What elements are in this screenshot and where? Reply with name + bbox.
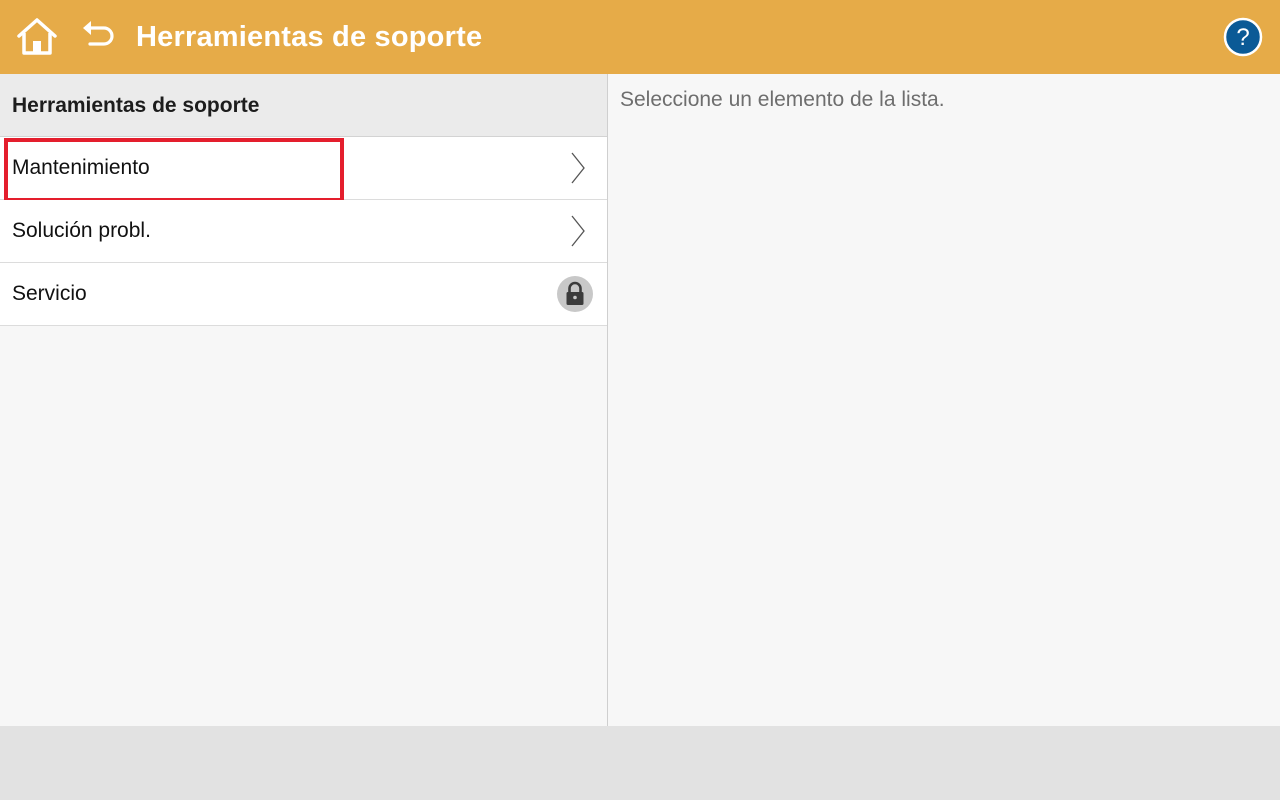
list-item-mantenimiento[interactable]: Mantenimiento (0, 137, 607, 202)
back-button[interactable] (78, 16, 120, 58)
bottom-bar (0, 726, 1280, 800)
home-button[interactable] (14, 14, 60, 60)
home-icon (17, 18, 57, 55)
chevron-right-icon (571, 152, 585, 184)
help-glyph: ? (1236, 24, 1249, 51)
title-bar: Herramientas de soporte ? (0, 0, 1280, 74)
chevron-right-icon (571, 215, 585, 247)
empty-selection-hint: Seleccione un elemento de la lista. (620, 88, 945, 111)
list-item-label: Servicio (12, 282, 87, 305)
list-item-label: Mantenimiento (12, 156, 150, 179)
detail-panel: Seleccione un elemento de la lista. (608, 74, 1280, 726)
left-panel: Herramientas de soporte Mantenimiento So… (0, 74, 608, 726)
help-button[interactable]: ? (1223, 17, 1263, 57)
app-window: Herramientas de soporte ? Herramientas d… (0, 0, 1280, 800)
list-item-label: Solución probl. (12, 219, 151, 242)
list-item-solucion-problemas[interactable]: Solución probl. (0, 200, 607, 263)
back-arrow-icon (83, 21, 114, 46)
lock-icon (557, 276, 593, 312)
panel-header-title: Herramientas de soporte (12, 94, 260, 117)
list-item-servicio[interactable]: Servicio (0, 263, 607, 326)
panel-header: Herramientas de soporte (0, 74, 607, 137)
menu-list: Mantenimiento Solución probl. Servicio (0, 137, 607, 326)
page-title: Herramientas de soporte (136, 21, 483, 53)
